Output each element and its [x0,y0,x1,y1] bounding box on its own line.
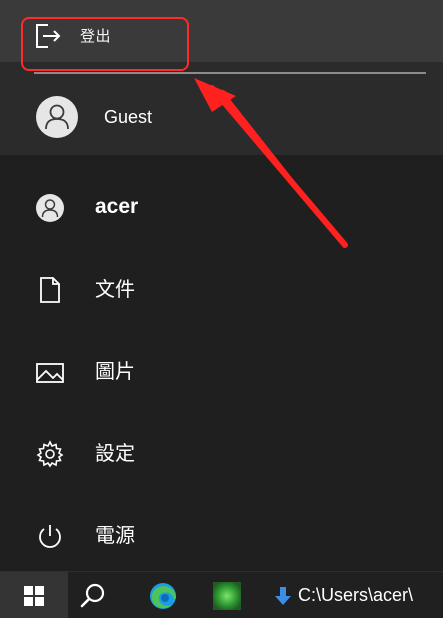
download-path-label: C:\Users\acer\ [298,585,414,605]
guest-avatar [36,96,78,138]
side-item-documents[interactable]: 文件 [0,254,443,322]
edge-icon [150,583,176,609]
user-avatar-icon [45,104,69,130]
edge-browser-button[interactable] [145,578,181,614]
side-item-label: 電源 [95,523,135,547]
side-item-label: 圖片 [95,359,135,383]
power-icon [39,525,61,548]
windows-logo-icon [24,586,44,606]
user-account-label: acer [95,195,139,218]
side-item-settings[interactable]: 設定 [0,418,443,486]
taskbar: C:\Users\acer\ [0,571,443,618]
sign-out-menu-item[interactable]: 登出 [0,0,443,62]
gear-icon [36,440,64,468]
side-item-power[interactable]: 電源 [0,500,443,568]
guest-user-name: Guest [104,107,153,127]
side-item-pictures[interactable]: 圖片 [0,336,443,404]
start-button[interactable] [0,572,68,618]
side-item-label: 文件 [95,277,135,301]
green-app-button[interactable] [210,580,244,612]
switch-user-guest[interactable]: Guest [0,80,443,154]
user-avatar-icon [36,194,64,222]
account-flyout: 登出 Guest [0,0,443,155]
sign-out-label: 登出 [80,27,112,45]
sign-out-icon [36,24,61,48]
search-icon [80,583,105,608]
download-arrow-icon [275,587,291,605]
document-icon [40,277,60,303]
side-item-label: 設定 [95,441,135,465]
user-account-acer[interactable]: acer [0,172,443,240]
pictures-icon [36,363,64,383]
download-taskbar-item[interactable]: C:\Users\acer\ [270,572,443,618]
flyout-divider [34,72,426,74]
green-app-icon [213,582,241,610]
search-button[interactable] [72,576,112,616]
start-menu-screen: 登出 Guest acer 文件 圖片 設定 電源 C:\Users\acer\ [0,0,443,618]
